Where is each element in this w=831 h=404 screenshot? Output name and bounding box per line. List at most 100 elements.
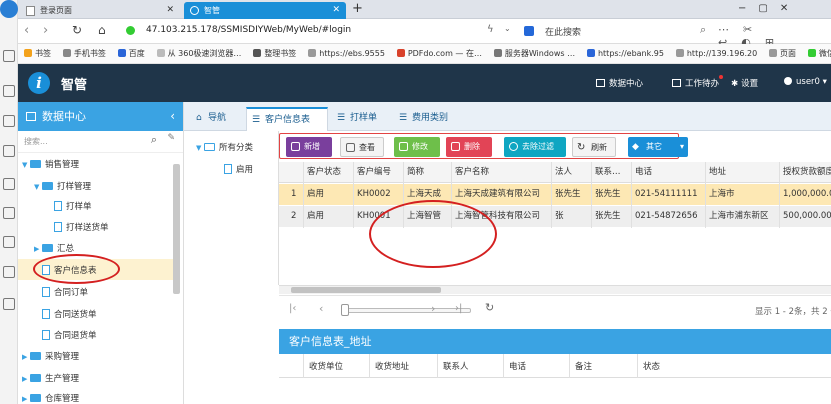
collapse-icon[interactable]: ‹ [170,102,175,131]
col-header[interactable]: 联系… [595,162,631,183]
tree-leaf-sample-delivery[interactable]: 打样送货单 [54,221,109,233]
forward-icon[interactable]: › [43,23,48,38]
delete-button[interactable]: 删除 [446,137,492,157]
tab-navigation[interactable]: ⌂ 导航 [190,107,242,131]
tree-leaf-contract-order[interactable]: 合同订单 [42,286,88,298]
refresh-button[interactable]: ↻ 刷新 [572,137,616,157]
nav-todo[interactable]: 工作待办 [672,75,724,89]
bookmark-item[interactable]: 整理书签 [253,44,296,63]
tab-customer-info[interactable]: ☰ 客户信息表 [246,107,328,131]
tree-node-warehouse[interactable]: ▶ 仓库管理 [22,392,79,404]
tree-leaf-contract-return[interactable]: 合同退货单 [42,329,97,341]
page-slider[interactable] [341,308,471,313]
edit-button[interactable]: 修改 [394,137,440,157]
bookmark-item[interactable]: 从 360极速浏览器… [156,44,241,63]
side-icon[interactable] [3,85,15,97]
close-icon[interactable]: ✕ [332,5,340,15]
col-header[interactable]: 电话 [509,360,526,372]
browser-tab-zhiguan[interactable]: 智管 ✕ [184,2,346,19]
grid-icon [596,79,605,87]
scroll-thumb[interactable] [291,287,441,293]
search-icon[interactable]: ⌕ [700,23,706,37]
tree-node-sales[interactable]: ▼ 销售管理 [22,158,79,170]
bookmark-item[interactable]: 服务器Windows … [493,44,575,63]
close-window-icon[interactable]: ✕ [780,3,800,14]
category-root[interactable]: ▼ 所有分类 [196,141,253,153]
col-header[interactable]: 备注 [575,360,592,372]
col-header[interactable]: 客户编号 [357,162,391,183]
app-header: i 智管 数据中心 工作待办 ✱ 设置 user0 ▾ [18,64,831,102]
lightning-icon[interactable]: ϟ [487,24,494,35]
back-icon[interactable]: ‹ [24,23,29,38]
col-header[interactable]: 授权货款额度 [783,162,831,183]
bookmark-item[interactable]: https://ebank.95 [586,44,664,63]
col-header[interactable]: 收货单位 [309,360,343,372]
add-button[interactable]: 新增 [286,137,332,157]
tree-node-summary[interactable]: ▶ 汇总 [34,242,74,254]
bookmark-item[interactable]: 手机书签 [62,44,106,63]
bookmark-item[interactable]: 页面 [769,44,796,63]
bookmark-item[interactable]: 百度 [117,44,145,63]
col-header[interactable]: 联系人 [443,360,469,372]
other-button[interactable]: ◆ 其它 ▾ [628,137,688,157]
table-row[interactable]: 2 启用 KH0001 上海智管 上海智管科技有限公司 张 张先生 021-54… [279,206,831,227]
home-icon[interactable]: ⌂ [98,23,106,37]
col-header[interactable]: 地址 [709,162,726,183]
restore-icon[interactable]: ▢ [758,3,779,14]
tab-sample-order[interactable]: ☰ 打样单 [332,107,392,131]
category-enabled[interactable]: 启用 [224,163,253,175]
tree-node-sampling[interactable]: ▼ 打样管理 [34,180,91,192]
col-header[interactable]: 法人 [555,162,572,183]
bookmark-item[interactable]: 微信 [807,44,831,63]
refresh-icon[interactable]: ↻ [485,301,494,314]
search-field[interactable]: 在此搜索 [545,25,581,38]
reload-icon[interactable]: ↻ [72,23,82,37]
page-icon [26,6,35,16]
view-button[interactable]: 查看 [340,137,384,157]
tree-node-production[interactable]: ▶ 生产管理 [22,372,79,384]
tree-scrollbar[interactable] [173,164,180,294]
bookmark-item[interactable]: PDFdo.com — 在… [396,44,482,63]
pin-icon[interactable]: ✎ [167,133,175,143]
browser-tab-login[interactable]: 登录页面 ✕ [20,2,180,19]
side-icon[interactable] [3,298,15,310]
last-page-icon[interactable]: ›| [455,303,462,314]
prev-page-icon[interactable]: ‹ [319,302,323,315]
slider-handle[interactable] [341,304,349,316]
bookmark-item[interactable]: 书签 [24,44,51,63]
next-page-icon[interactable]: › [431,302,435,315]
col-header[interactable]: 客户名称 [455,162,489,183]
col-header[interactable]: 状态 [643,360,660,372]
tree-node-purchase[interactable]: ▶ 采购管理 [22,350,79,362]
col-header[interactable]: 电话 [635,162,652,183]
dropdown-icon[interactable]: ⌄ [504,24,511,33]
col-header[interactable]: 客户状态 [307,162,341,183]
side-icon[interactable] [3,178,15,190]
table-row[interactable]: 1 启用 KH0002 上海天成 上海天成建筑有限公司 张先生 张先生 021-… [279,184,831,205]
minimize-icon[interactable]: − [738,3,758,14]
user-menu[interactable]: user0 ▾ [784,77,827,87]
col-header[interactable]: 收货地址 [375,360,409,372]
side-icon[interactable] [3,115,15,127]
url-field[interactable]: 47.103.215.178/SSMISDIYWeb/MyWeb/#login [146,25,351,35]
new-tab-button[interactable]: + [352,1,363,16]
nav-settings[interactable]: ✱ 设置 [731,77,758,89]
nav-data-center[interactable]: 数据中心 [596,77,643,89]
tab-expense-category[interactable]: ☰ 费用类别 [394,107,474,131]
grid-hscrollbar[interactable] [279,285,831,294]
bookmark-item[interactable]: https://ebs.9555 [308,44,385,63]
col-header[interactable]: 简称 [407,162,424,183]
search-icon[interactable]: ⌕ [151,133,157,147]
first-page-icon[interactable]: |‹ [289,303,296,314]
side-icon[interactable] [3,266,15,278]
clear-filter-button[interactable]: 去除过滤 [504,137,566,157]
bookmark-item[interactable]: http://139.196.20 [675,44,757,63]
tree-leaf-sample-order[interactable]: 打样单 [54,200,92,212]
side-icon[interactable] [3,236,15,248]
tree-leaf-contract-delivery[interactable]: 合同送货单 [42,308,97,320]
side-icon[interactable] [3,207,15,219]
side-icon[interactable] [3,145,15,157]
close-icon[interactable]: ✕ [166,5,174,15]
side-icon[interactable] [3,50,15,62]
tree-search-input[interactable]: 搜索... ⌕ ✎ [18,131,183,153]
